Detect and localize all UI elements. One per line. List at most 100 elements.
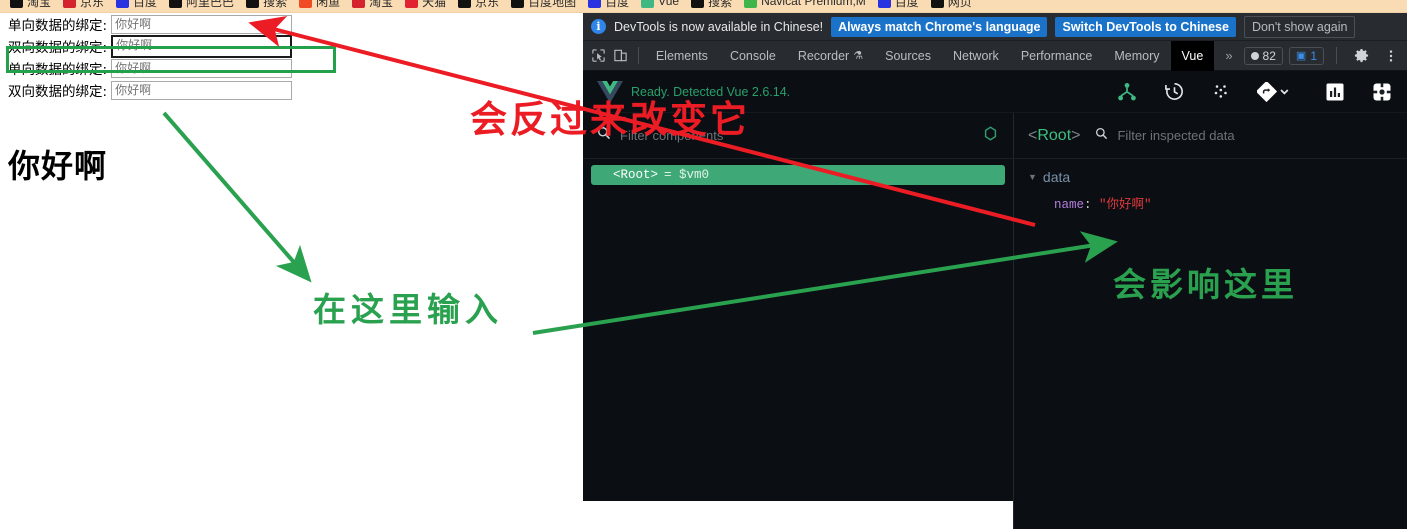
bookmark-item[interactable]: 百度 (582, 0, 635, 12)
binding-input[interactable]: 你好啊 (111, 14, 293, 34)
tab-memory[interactable]: Memory (1103, 41, 1170, 71)
target-crosshair-icon[interactable] (982, 125, 999, 147)
toggle-device-toolbar-icon[interactable] (609, 43, 631, 69)
web-favicon (930, 0, 944, 8)
bookmark-item[interactable]: 搜索 (240, 0, 293, 12)
bookmark-label: 百度 (133, 0, 158, 9)
info-icon: i (591, 19, 606, 34)
bookmark-item[interactable]: 百度地图 (505, 0, 582, 12)
bookmark-label: 百度地图 (528, 0, 577, 9)
search-favicon-2 (691, 0, 705, 8)
performance-chart-icon[interactable] (1324, 81, 1346, 103)
tabs-holder: Elements Console Recorder ⚗ Sources Network Pe… (645, 40, 1215, 71)
inspector-filter-input[interactable]: Filter inspected data (1117, 128, 1234, 143)
xianyu-favicon (299, 0, 313, 8)
bookmark-item[interactable]: 闲鱼 (293, 0, 346, 12)
router-icon[interactable] (1257, 81, 1299, 103)
tab-label: Elements (655, 48, 708, 63)
inspect-element-icon[interactable] (587, 43, 609, 69)
inspector-header: <Root> Filter inspected data (1014, 113, 1407, 159)
always-match-language-button[interactable]: Always match Chrome's language (831, 16, 1048, 37)
tab-recorder[interactable]: Recorder ⚗ (787, 41, 874, 71)
property-key: name (1054, 198, 1085, 212)
bookmark-label: 网页 (947, 0, 972, 9)
devtools-tab-bar[interactable]: Elements Console Recorder ⚗ Sources Network Pe… (583, 40, 1407, 71)
tab-console[interactable]: Console (719, 41, 787, 71)
component-tree-icon[interactable] (1116, 81, 1138, 103)
jd-favicon (63, 0, 77, 8)
status-badges: 82 ▣ 1 (1243, 44, 1407, 68)
binding-input[interactable]: 你好啊 (111, 80, 293, 100)
tab-label: Sources (885, 48, 931, 63)
switch-to-chinese-button[interactable]: Switch DevTools to Chinese (1055, 16, 1236, 37)
property-colon: : (1084, 198, 1092, 212)
search-favicon (246, 0, 260, 8)
message-bubble-icon: ▣ (1295, 50, 1307, 62)
error-dot-icon (1250, 51, 1259, 60)
kebab-menu-icon[interactable] (1379, 44, 1403, 68)
message-count-badge[interactable]: ▣ 1 (1288, 46, 1324, 65)
bookmark-item[interactable]: 天猫 (399, 0, 452, 12)
bookmark-item[interactable]: 京东 (452, 0, 505, 12)
bookmark-label: Vue (658, 0, 680, 8)
bookmark-item[interactable]: 淘宝 (4, 0, 57, 12)
devtools-panel: i DevTools is now available in Chinese! … (583, 13, 1407, 529)
bookmark-item[interactable]: 网页 (925, 0, 978, 12)
binding-input[interactable]: 你好啊 (111, 34, 293, 58)
tab-network[interactable]: Network (942, 41, 1010, 71)
bookmark-item[interactable]: Vue (635, 0, 685, 12)
tree-row-root[interactable]: <Root> = $vm0 (591, 165, 1005, 185)
more-tabs-button[interactable]: » (1214, 41, 1243, 71)
data-section-header[interactable]: ▼ data (1028, 169, 1407, 185)
bookmark-item[interactable]: 京东 (57, 0, 110, 12)
binding-label: 单向数据的绑定: (8, 18, 108, 34)
inspector-search-icon (1095, 127, 1108, 145)
property-value: "你好啊" (1099, 198, 1152, 212)
taobao-favicon (10, 0, 23, 8)
tmall-favicon (405, 0, 419, 8)
bookmark-item[interactable]: 百度 (110, 0, 163, 12)
tab-vue[interactable]: Vue (1170, 40, 1215, 71)
alibaba-favicon (169, 0, 183, 8)
bookmark-label: 天猫 (422, 0, 447, 9)
bookmark-item[interactable]: 阿里巴巴 (163, 0, 240, 12)
bookmark-label: 淘宝 (27, 0, 52, 9)
data-property-name[interactable]: name: "你好啊" (1054, 193, 1407, 212)
annotation-red-text: 会反过来改变它 (470, 98, 750, 141)
bookmark-item[interactable]: 百度 (872, 0, 925, 12)
gear-icon[interactable] (1349, 44, 1373, 68)
bookmark-item[interactable]: 搜索 (685, 0, 738, 12)
timeline-history-icon[interactable] (1163, 81, 1185, 103)
vuex-icon[interactable] (1210, 81, 1232, 103)
binding-input[interactable]: 你好啊 (111, 58, 293, 78)
tree-root-tag: <Root> (613, 168, 659, 182)
vue-tool-buttons (1116, 81, 1393, 103)
baidu-favicon-3 (877, 0, 891, 8)
inspected-component-name: <Root> (1028, 126, 1081, 144)
toolbar-divider (637, 47, 639, 64)
jd-favicon-2 (458, 0, 472, 8)
binding-label: 双向数据的绑定: (8, 84, 108, 100)
settings-gear-icon[interactable] (1371, 81, 1393, 103)
dont-show-again-button[interactable]: Don't show again (1243, 15, 1356, 38)
tab-label: Memory (1114, 48, 1160, 63)
baidu-favicon (116, 0, 130, 8)
baidu-favicon-2 (588, 0, 602, 8)
bookmark-item[interactable]: 淘宝 (346, 0, 399, 12)
tab-label: Console (729, 48, 776, 63)
tab-label: Performance (1020, 48, 1093, 63)
bookmark-label: 搜索 (708, 0, 733, 9)
bookmark-item[interactable]: Navicat Premium,M (738, 0, 872, 12)
tab-sources[interactable]: Sources (874, 41, 942, 71)
devtools-language-notification: i DevTools is now available in Chinese! … (583, 13, 1407, 41)
bookmark-label: 搜索 (263, 0, 288, 9)
web-page-content: 单向数据的绑定: 你好啊 双向数据的绑定: 你好啊 单向数据的绑定: 你好啊 双向数据的绑定… (0, 13, 583, 501)
tab-performance[interactable]: Performance (1010, 41, 1104, 71)
error-count-badge[interactable]: 82 (1243, 46, 1283, 65)
tree-root-binding: = $vm0 (664, 168, 710, 182)
bookmarks-bar[interactable]: 淘宝 京东 百度 阿里巴巴 搜索 闲鱼 淘宝 天猫 京东 百度地图 百度 Vue 搜索 Navicat P… (0, 0, 1407, 13)
binding-label: 双向数据的绑定: (8, 40, 108, 56)
binding-row-2: 双向数据的绑定: 你好啊 (8, 34, 583, 58)
tab-elements[interactable]: Elements (645, 41, 719, 71)
binding-label: 单向数据的绑定: (8, 62, 108, 78)
